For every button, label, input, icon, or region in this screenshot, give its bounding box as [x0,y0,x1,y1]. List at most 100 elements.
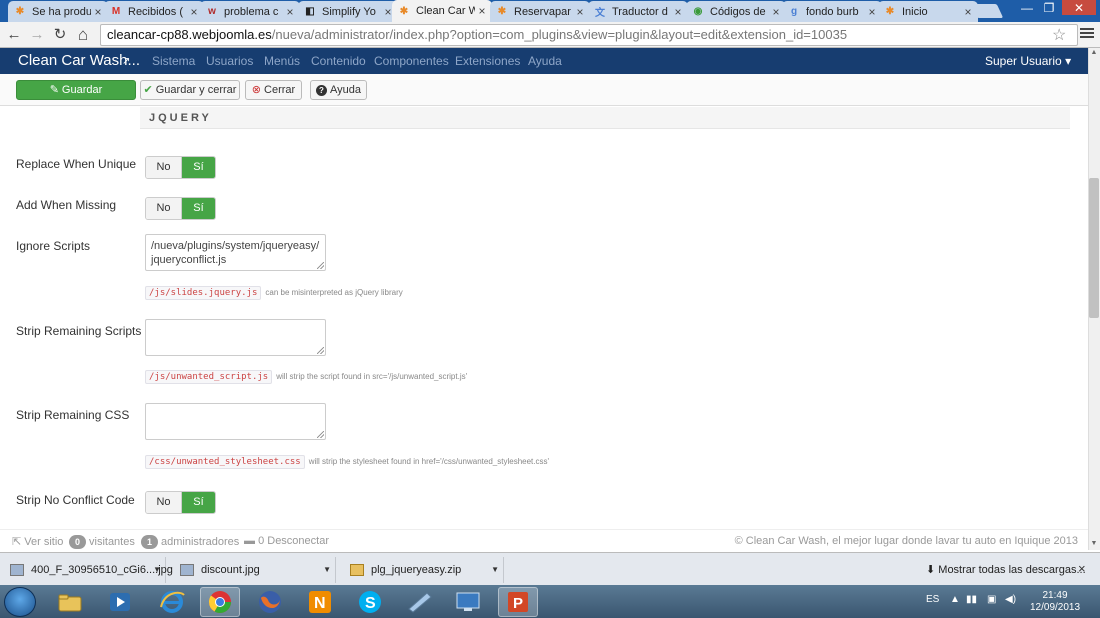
caret-down-icon[interactable]: ▼ [491,557,499,583]
browser-tab[interactable]: ✱ Se ha produ × [8,1,108,22]
section-title: JQUERY [149,112,212,124]
simplify-icon: ◧ [305,6,315,17]
menu-extensiones[interactable]: Extensiones [455,54,520,68]
add-when-missing-toggle[interactable]: No Sí [145,197,216,220]
toggle-no[interactable]: No [146,492,182,513]
ie-icon[interactable] [152,587,192,617]
tray-arrow-icon[interactable]: ▲ [950,594,960,605]
strip-remaining-scripts-textarea[interactable] [145,319,326,356]
browser-tab[interactable]: g fondo burb × [782,1,882,22]
translate-icon: 文 [595,8,605,19]
minus-icon: ▬ [244,535,255,547]
close-tab-icon[interactable]: × [671,5,685,19]
view-site-link[interactable]: ⇱ Ver sitio [12,535,63,548]
explorer-icon[interactable] [50,587,90,617]
language-indicator[interactable]: ES [926,594,939,605]
close-tab-icon[interactable]: × [187,5,201,19]
caret-down-icon[interactable]: ▼ [323,557,331,583]
strip-remaining-css-textarea[interactable] [145,403,326,440]
resize-handle[interactable] [317,431,324,438]
browser-tab[interactable]: ◧ Simplify Yo × [298,1,398,22]
home-icon[interactable]: ⌂ [73,25,93,45]
save-button[interactable]: ✎ Guardar [16,80,136,100]
logout-link[interactable]: ▬ 0 Desconectar [244,535,329,547]
toggle-yes[interactable]: Sí [182,492,215,513]
menu-menus[interactable]: Menús [264,54,300,68]
monitor-icon[interactable] [448,587,488,617]
download-item[interactable]: plg_jqueryeasy.zip ▼ [340,557,504,583]
close-tab-icon[interactable]: × [475,4,489,18]
close-shelf-icon[interactable]: × [1078,561,1086,576]
media-player-icon[interactable] [100,587,140,617]
caret-down-icon[interactable]: ▼ [153,557,161,583]
menu-componentes[interactable]: Componentes [374,54,449,68]
field-hint: /js/unwanted_script.js will strip the scr… [145,370,467,384]
powerpoint-icon[interactable]: P [498,587,538,617]
scroll-up-icon[interactable]: ▲ [1089,49,1099,56]
field-label: Ignore Scripts [16,239,91,253]
browser-tab[interactable]: 文 Traductor d × [588,1,688,22]
browser-tab[interactable]: M Recibidos (× [104,1,204,22]
download-item[interactable]: 400_F_30956510_cGi6....jpg ▼ [0,557,173,583]
resize-handle[interactable] [317,262,324,269]
close-tab-icon[interactable]: × [91,5,105,19]
reload-icon[interactable]: ↻ [50,25,70,45]
maximize-icon[interactable]: ❐ [1038,0,1060,16]
browser-tab-active[interactable]: ✱ Clean Car W × [392,0,492,22]
toggle-no[interactable]: No [146,198,182,219]
close-window-icon[interactable]: ✕ [1062,0,1096,15]
joomla-icon: ✱ [15,6,25,17]
bookmark-star-icon[interactable]: ☆ [1052,25,1066,45]
tray-app-icon[interactable]: ▣ [987,594,996,605]
chrome-taskbar-icon[interactable] [200,587,240,617]
external-link-icon[interactable]: ↗ [122,56,130,67]
user-menu[interactable]: Super Usuario ▾ [985,54,1071,68]
help-button[interactable]: ? Ayuda [310,80,367,100]
field-hint: /js/slides.jquery.js can be misinterprete… [145,286,403,300]
minimize-icon[interactable]: — [1016,0,1038,16]
browser-tab[interactable]: ✱ Reservapar × [490,1,590,22]
browser-menu-icon[interactable] [1080,26,1094,40]
address-bar[interactable]: cleancar-cp88.webjoomla.es/nueva/adminis… [100,24,1078,46]
menu-sistema[interactable]: Sistema [152,54,195,68]
save-close-button[interactable]: ✔ Guardar y cerrar [140,80,240,100]
firefox-icon[interactable] [250,587,290,617]
menu-ayuda[interactable]: Ayuda [528,54,562,68]
show-all-downloads-link[interactable]: ⬇ Mostrar todas las descargas... [926,563,1086,576]
browser-tab[interactable]: ✱ Inicio × [878,1,978,22]
app-icon[interactable] [400,587,440,617]
menu-contenido[interactable]: Contenido [311,54,366,68]
field-label: Strip No Conflict Code [16,493,135,507]
close-tab-icon[interactable]: × [283,5,297,19]
volume-icon[interactable]: ◀) [1005,594,1016,605]
network-icon[interactable]: ▮▮ [966,594,977,605]
strip-no-conflict-toggle[interactable]: No Sí [145,491,216,514]
resize-handle[interactable] [317,347,324,354]
browser-tab[interactable]: w problema c × [200,1,300,22]
new-tab-button[interactable] [970,4,1004,18]
toggle-no[interactable]: No [146,157,182,178]
forward-icon[interactable]: → [27,25,47,45]
close-tab-icon[interactable]: × [865,5,879,19]
scrollbar-thumb[interactable] [1089,178,1099,318]
close-tab-icon[interactable]: × [573,5,587,19]
replace-when-unique-toggle[interactable]: No Sí [145,156,216,179]
visitors-status: 0 visitantes [69,535,135,549]
menu-usuarios[interactable]: Usuarios [206,54,253,68]
scroll-down-icon[interactable]: ▼ [1089,540,1099,547]
netbeans-icon[interactable]: N [300,587,340,617]
start-button[interactable] [4,587,36,617]
ignore-scripts-textarea[interactable]: /nueva/plugins/system/jqueryeasy/jqueryc… [145,234,326,271]
close-button[interactable]: ⊗ Cerrar [245,80,302,100]
taskbar-clock[interactable]: 21:49 12/09/2013 [1030,590,1080,614]
back-icon[interactable]: ← [4,25,24,45]
toggle-yes[interactable]: Sí [182,157,215,178]
close-tab-icon[interactable]: × [769,5,783,19]
download-item[interactable]: discount.jpg ▼ [170,557,336,583]
copyright-text: © Clean Car Wash, el mejor lugar donde l… [734,535,1078,547]
skype-icon[interactable]: S [350,587,390,617]
toggle-yes[interactable]: Sí [182,198,215,219]
joomla-icon: ✱ [885,6,895,17]
image-file-icon [180,564,194,577]
browser-tab[interactable]: ◉ Códigos de × [686,1,786,22]
